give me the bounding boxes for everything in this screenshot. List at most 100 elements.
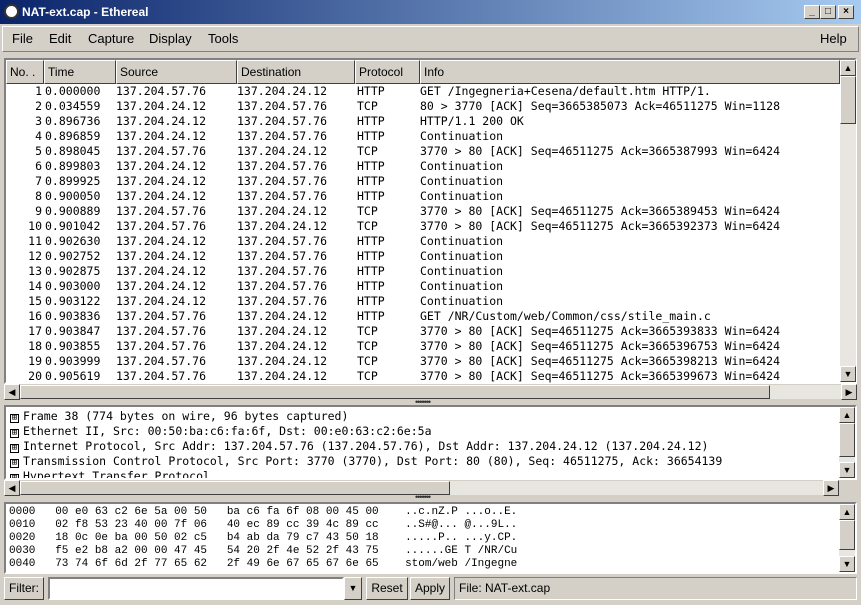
cell-protocol: HTTP	[357, 114, 385, 128]
detail-tree-item[interactable]: ⊞ Frame 38 (774 bytes on wire, 96 bytes c…	[10, 409, 830, 424]
maximize-button[interactable]: □	[820, 5, 836, 19]
close-button[interactable]: ×	[838, 5, 854, 19]
hex-dump-pane[interactable]: 0000 00 e0 63 c2 6e 5a 00 50 ba c6 fa 6f…	[4, 502, 857, 574]
filter-input[interactable]	[48, 577, 344, 600]
scroll-thumb[interactable]	[20, 385, 770, 399]
cell-protocol: HTTP	[357, 84, 385, 98]
pane-splitter[interactable]: •••••••	[415, 492, 431, 502]
packet-row[interactable]: 10 0.901042 137.204.57.76 137.204.24.12 TCP 3…	[6, 219, 840, 234]
cell-info: Continuation	[420, 129, 504, 143]
scroll-down-arrow-icon[interactable]: ▼	[839, 556, 855, 572]
column-header-destination[interactable]: Destination	[237, 60, 355, 84]
details-vscrollbar[interactable]: ▲ ▼	[839, 407, 855, 478]
packet-row[interactable]: 6 0.899803 137.204.24.12 137.204.57.76 HTTP C…	[6, 159, 840, 174]
cell-protocol: TCP	[357, 219, 378, 233]
column-header-info[interactable]: Info	[420, 60, 840, 84]
menu-file[interactable]: File	[12, 31, 33, 46]
hex-vscrollbar[interactable]: ▲ ▼	[839, 504, 855, 572]
packet-row[interactable]: 5 0.898045 137.204.57.76 137.204.24.12 TCP 37…	[6, 144, 840, 159]
menu-help[interactable]: Help	[820, 31, 847, 46]
menu-bar: File Edit Capture Display Tools Help	[2, 26, 859, 52]
cell-info: 80 > 3770 [ACK] Seq=3665385073 Ack=46511…	[420, 99, 781, 113]
scroll-left-arrow-icon[interactable]: ◀	[4, 480, 20, 496]
packet-details-pane[interactable]: ⊞ Frame 38 (774 bytes on wire, 96 bytes c…	[4, 405, 857, 480]
expand-icon[interactable]: ⊞	[10, 429, 19, 438]
detail-tree-item[interactable]: ⊞ Ethernet II, Src: 00:50:ba:c6:fa:6f, Ds…	[10, 424, 830, 439]
cell-time: 0.903122	[45, 294, 101, 308]
minimize-button[interactable]: _	[804, 5, 820, 19]
packet-row[interactable]: 12 0.902752 137.204.24.12 137.204.57.76 HTTP…	[6, 249, 840, 264]
cell-protocol: HTTP	[357, 294, 385, 308]
cell-protocol: HTTP	[357, 264, 385, 278]
packet-list-hscrollbar[interactable]: ◀ ▶	[4, 384, 857, 400]
cell-source: 137.204.24.12	[116, 234, 207, 248]
packet-row[interactable]: 14 0.903000 137.204.24.12 137.204.57.76 HTTP…	[6, 279, 840, 294]
packet-row[interactable]: 1 0.000000 137.204.57.76 137.204.24.12 HTTP G…	[6, 84, 840, 99]
detail-tree-item[interactable]: ⊞ Internet Protocol, Src Addr: 137.204.57…	[10, 439, 830, 454]
scroll-up-arrow-icon[interactable]: ▲	[840, 60, 856, 76]
packet-row[interactable]: 16 0.903836 137.204.57.76 137.204.24.12 HTTP…	[6, 309, 840, 324]
packet-row[interactable]: 7 0.899925 137.204.24.12 137.204.57.76 HTTP C…	[6, 174, 840, 189]
packet-list-vscrollbar[interactable]: ▲ ▼	[840, 60, 856, 382]
scroll-up-arrow-icon[interactable]: ▲	[839, 407, 855, 423]
scroll-up-arrow-icon[interactable]: ▲	[839, 504, 855, 520]
cell-info: Continuation	[420, 174, 504, 188]
menu-edit[interactable]: Edit	[49, 31, 71, 46]
cell-info: Continuation	[420, 264, 504, 278]
packet-row[interactable]: 4 0.896859 137.204.24.12 137.204.57.76 HTTP C…	[6, 129, 840, 144]
packet-row[interactable]: 8 0.900050 137.204.24.12 137.204.57.76 HTTP C…	[6, 189, 840, 204]
packet-row[interactable]: 13 0.902875 137.204.24.12 137.204.57.76 HTTP…	[6, 264, 840, 279]
column-header-source[interactable]: Source	[116, 60, 237, 84]
packet-row[interactable]: 17 0.903847 137.204.57.76 137.204.24.12 TCP 3…	[6, 324, 840, 339]
expand-icon[interactable]: ⊞	[10, 444, 19, 453]
cell-info: Continuation	[420, 189, 504, 203]
scroll-right-arrow-icon[interactable]: ▶	[841, 384, 857, 400]
menu-capture[interactable]: Capture	[88, 31, 134, 46]
packet-row[interactable]: 9 0.900889 137.204.57.76 137.204.24.12 TCP 37…	[6, 204, 840, 219]
filter-dropdown-icon[interactable]: ▼	[344, 577, 362, 600]
scroll-thumb[interactable]	[840, 76, 856, 124]
column-header-time[interactable]: Time	[44, 60, 116, 84]
packet-row[interactable]: 19 0.903999 137.204.57.76 137.204.24.12 TCP 3…	[6, 354, 840, 369]
scroll-thumb[interactable]	[20, 481, 450, 495]
packet-row[interactable]: 18 0.903855 137.204.57.76 137.204.24.12 TCP 3…	[6, 339, 840, 354]
cell-protocol: HTTP	[357, 129, 385, 143]
scroll-thumb[interactable]	[839, 423, 855, 457]
detail-tree-item[interactable]: ⊞ Transmission Control Protocol, Src Port…	[10, 454, 830, 469]
expand-icon[interactable]: ⊞	[10, 414, 19, 423]
cell-time: 0.900050	[45, 189, 101, 203]
cell-protocol: TCP	[357, 324, 378, 338]
packet-row[interactable]: 20 0.905619 137.204.57.76 137.204.24.12 TCP 3…	[6, 369, 840, 384]
scroll-thumb[interactable]	[839, 520, 855, 550]
cell-destination: 137.204.57.76	[237, 189, 328, 203]
expand-icon[interactable]: ⊞	[10, 459, 19, 468]
cell-no: 14	[28, 279, 42, 293]
scroll-down-arrow-icon[interactable]: ▼	[840, 366, 856, 382]
cell-no: 3	[35, 114, 42, 128]
cell-info: 3770 > 80 [ACK] Seq=46511275 Ack=3665393…	[420, 324, 781, 338]
scroll-down-arrow-icon[interactable]: ▼	[839, 462, 855, 478]
filter-label-button[interactable]: Filter:	[4, 577, 44, 600]
cell-info: HTTP/1.1 200 OK	[420, 114, 524, 128]
menu-tools[interactable]: Tools	[208, 31, 238, 46]
cell-destination: 137.204.24.12	[237, 369, 328, 383]
reset-button[interactable]: Reset	[366, 577, 408, 600]
cell-info: GET /NR/Custom/web/Common/css/stile_main…	[420, 309, 711, 323]
packet-list[interactable]: No. . Time Source Destination Protocol I…	[4, 58, 857, 384]
detail-tree-item[interactable]: ⊞ Hypertext Transfer Protocol	[10, 469, 830, 478]
apply-button[interactable]: Apply	[410, 577, 450, 600]
column-header-no[interactable]: No. .	[6, 60, 44, 84]
cell-no: 17	[28, 324, 42, 338]
menu-display[interactable]: Display	[149, 31, 192, 46]
scroll-right-arrow-icon[interactable]: ▶	[823, 480, 839, 496]
cell-info: GET /Ingegneria+Cesena/default.htm HTTP/…	[420, 84, 711, 98]
packet-row[interactable]: 11 0.902630 137.204.24.12 137.204.57.76 HTTP…	[6, 234, 840, 249]
packet-row[interactable]: 3 0.896736 137.204.24.12 137.204.57.76 HTTP H…	[6, 114, 840, 129]
cell-no: 1	[35, 84, 42, 98]
packet-row[interactable]: 2 0.034559 137.204.24.12 137.204.57.76 TCP 80…	[6, 99, 840, 114]
scroll-left-arrow-icon[interactable]: ◀	[4, 384, 20, 400]
column-header-protocol[interactable]: Protocol	[355, 60, 420, 84]
packet-row[interactable]: 15 0.903122 137.204.24.12 137.204.57.76 HTTP…	[6, 294, 840, 309]
cell-source: 137.204.57.76	[116, 339, 207, 353]
cell-time: 0.902630	[45, 234, 101, 248]
